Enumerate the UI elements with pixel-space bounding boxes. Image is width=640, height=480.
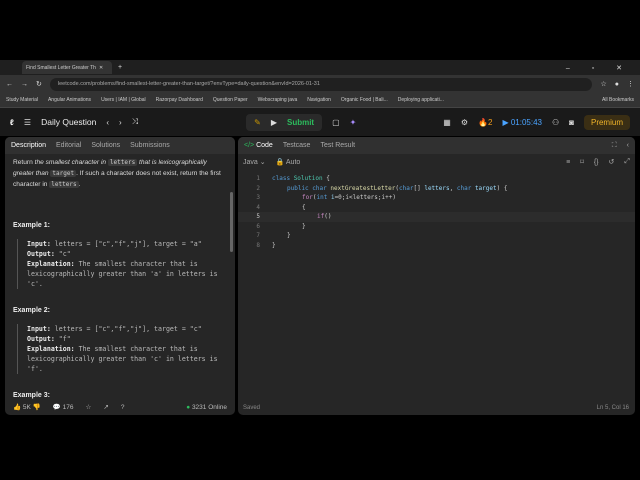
timer[interactable]: ▶ 01:05:43 <box>502 118 542 127</box>
editor-toolbar: Java ⌄ 🔒 Auto ≡ ⌑ {} ↺ ⤢ <box>238 154 635 170</box>
tab-test-result[interactable]: Test Result <box>320 142 355 149</box>
bookmark[interactable]: Deploying applicati... <box>398 97 444 103</box>
online-count: 3231 Online <box>191 403 227 411</box>
description-footer: 👍 5K 👎 💬 176 ☆ ↗? ● 3231 Online <box>5 399 235 415</box>
expand-icon[interactable]: ⛶ <box>612 142 617 150</box>
premium-button[interactable]: Premium <box>583 114 630 130</box>
description-text: Return the smallest character in letters… <box>13 159 221 188</box>
reload-icon[interactable]: ↻ <box>36 80 42 88</box>
share-icon[interactable]: ↗ <box>103 403 108 411</box>
streak-count: 2 <box>488 117 493 127</box>
description-content: Return the smallest character in letters… <box>5 154 235 399</box>
tab-testcase[interactable]: Testcase <box>283 142 311 149</box>
bookmark[interactable]: Navigation <box>307 97 331 103</box>
back-icon[interactable]: ← <box>6 81 13 88</box>
help-icon[interactable]: ? <box>121 404 125 411</box>
bookmark[interactable]: Users | IAM | Global <box>101 97 146 103</box>
comment-count: 176 <box>62 404 74 411</box>
tab-code[interactable]: </> Code <box>244 142 273 149</box>
tab-description[interactable]: Description <box>11 142 46 149</box>
window-controls[interactable]: – ▫ ✕ <box>566 64 632 72</box>
format-icon[interactable]: ≡ <box>566 159 570 166</box>
url-text: leetcode.com/problems/find-smallest-lett… <box>57 81 320 87</box>
tab-submissions[interactable]: Submissions <box>130 142 170 149</box>
new-tab-icon[interactable]: + <box>118 64 122 71</box>
save-status: Saved <box>243 405 261 411</box>
bookmark[interactable]: Angular Animations <box>48 97 91 103</box>
ai-icon[interactable]: ✦ <box>350 118 357 127</box>
cursor-position: Ln 5, Col 16 <box>596 405 629 411</box>
all-bookmarks[interactable]: All Bookmarks <box>602 97 634 103</box>
streak-counter[interactable]: 🔥2 <box>478 118 492 127</box>
bookmark[interactable]: Question Paper <box>213 97 248 103</box>
mode-indicator: 🔒 Auto <box>275 159 301 166</box>
forward-icon[interactable]: → <box>21 81 28 88</box>
leetcode-nav: ℓ ☰ Daily Question ‹ › ⤨ ✎ ▶ Submit ▢ ✦ ▦ ⚙ … <box>0 108 640 136</box>
collapse-icon[interactable]: ‹ <box>627 142 629 149</box>
url-input[interactable]: leetcode.com/problems/find-smallest-lett… <box>49 77 593 91</box>
settings-icon[interactable]: ⚙ <box>461 118 468 127</box>
star-icon[interactable]: ☆ <box>600 80 606 88</box>
bookmark[interactable]: Razorpay Dashboard <box>156 97 203 103</box>
timer-value: 01:05:43 <box>510 117 542 127</box>
address-bar-row: ← → ↻ leetcode.com/problems/find-smallest-… <box>0 75 640 93</box>
note-icon[interactable]: ▢ <box>332 118 340 127</box>
star-icon[interactable]: ☆ <box>86 403 92 411</box>
browser-tab-bar: Find Smallest Letter Greater Th ✕ + – ▫ ✕ <box>0 60 640 75</box>
fullscreen-icon[interactable]: ⤢ <box>624 158 630 166</box>
example-title: Example 1: <box>13 222 50 229</box>
tab-title: Find Smallest Letter Greater Th <box>26 64 96 71</box>
submit-button[interactable]: Submit <box>287 118 314 127</box>
online-dot-icon: ● <box>186 403 191 411</box>
example-block: Input: letters = ["c","f","j"], target =… <box>17 239 227 289</box>
prev-icon[interactable]: ‹ <box>106 118 109 127</box>
add-user-icon[interactable]: ⚇ <box>552 118 559 127</box>
profile-icon[interactable]: ● <box>615 81 619 88</box>
like-count: 5K <box>22 404 31 411</box>
example-block: Input: letters = ["c","f","j"], target =… <box>17 324 227 374</box>
example-title: Example 2: <box>13 307 50 314</box>
menu-icon[interactable]: ⋮ <box>627 80 634 88</box>
daily-question-link[interactable]: Daily Question <box>41 117 96 127</box>
braces-icon[interactable]: {} <box>594 159 599 166</box>
leetcode-logo-icon[interactable]: ℓ <box>10 118 14 127</box>
bookmark[interactable]: Webscraping java <box>258 97 298 103</box>
code-editor[interactable]: 1 class Solution { 2 public char nextGreat… <box>238 170 635 250</box>
run-button[interactable]: ▶ <box>271 118 277 127</box>
like-button[interactable]: 👍 5K 👎 <box>13 403 41 411</box>
list-icon[interactable]: ☰ <box>24 118 31 127</box>
bookmarks-bar: Study Material Angular Animations Users … <box>0 93 640 108</box>
tab-editorial[interactable]: Editorial <box>56 142 81 149</box>
shuffle-icon[interactable]: ⤨ <box>132 117 138 127</box>
language-select[interactable]: Java ⌄ <box>243 158 266 166</box>
debug-icon[interactable]: ✎ <box>254 118 261 127</box>
reset-icon[interactable]: ↺ <box>609 158 615 166</box>
left-tabs: Description Editorial Solutions Submissi… <box>5 137 235 154</box>
next-icon[interactable]: › <box>119 118 122 127</box>
tab-solutions[interactable]: Solutions <box>91 142 120 149</box>
scrollbar[interactable] <box>230 192 233 252</box>
right-tabs: </> Code Testcase Test Result ⛶ ‹ <box>238 137 635 154</box>
bookmark-icon[interactable]: ⌑ <box>580 158 584 166</box>
bookmark[interactable]: Study Material <box>6 97 38 103</box>
avatar[interactable]: ◙ <box>569 118 574 127</box>
example-title: Example 3: <box>13 392 50 399</box>
description-panel: Description Editorial Solutions Submissi… <box>5 137 235 415</box>
comments-button[interactable]: 💬 176 <box>53 403 74 411</box>
browser-tab[interactable]: Find Smallest Letter Greater Th ✕ <box>22 61 112 74</box>
bookmark[interactable]: Organic Food | Bali... <box>341 97 388 103</box>
run-submit-group: ✎ ▶ Submit <box>246 113 323 131</box>
layout-icon[interactable]: ▦ <box>443 118 451 127</box>
code-panel: </> Code Testcase Test Result ⛶ ‹ Java ⌄ … <box>238 137 635 415</box>
close-icon[interactable]: ✕ <box>99 65 103 71</box>
